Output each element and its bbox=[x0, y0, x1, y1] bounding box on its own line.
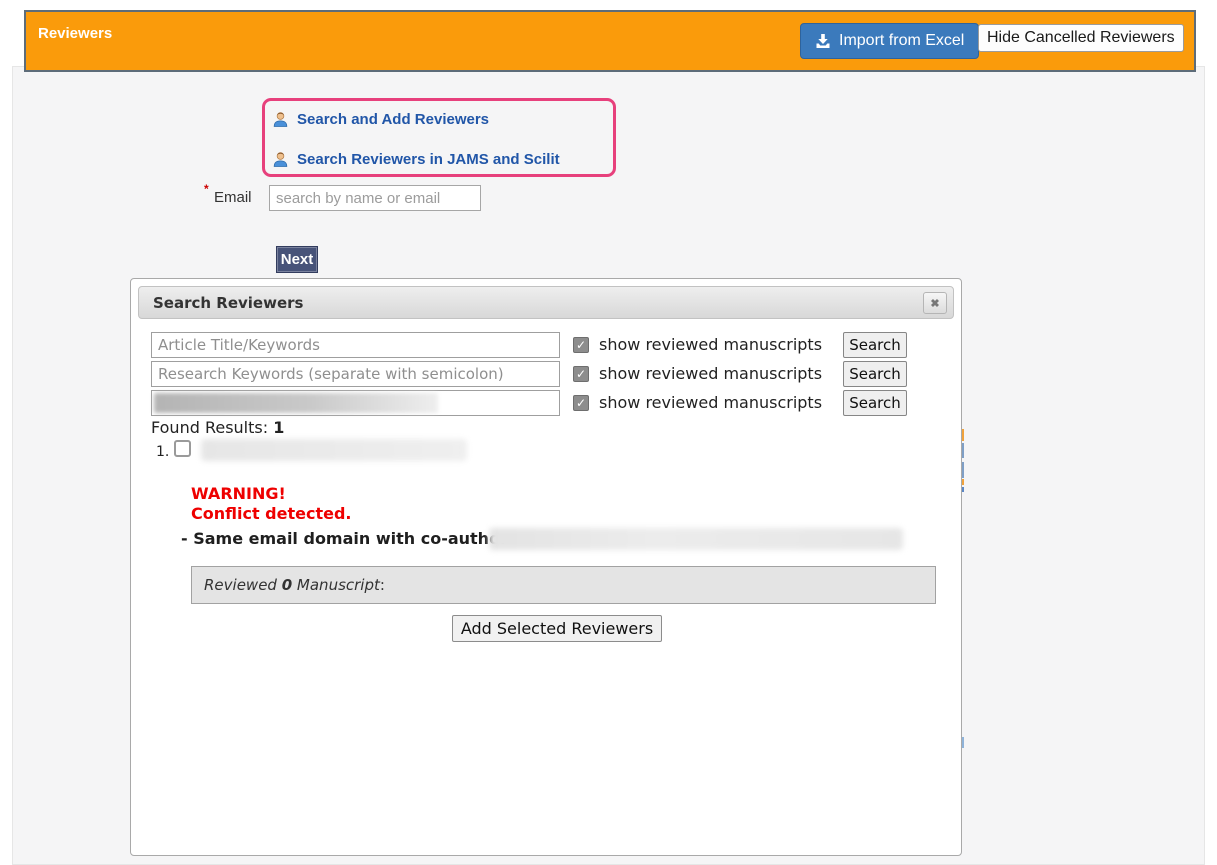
warning-detail: Conflict detected. bbox=[191, 504, 352, 523]
search-row-article-title: show reviewed manuscripts Search bbox=[151, 332, 941, 358]
download-icon bbox=[815, 33, 831, 49]
hide-cancelled-reviewers-button[interactable]: Hide Cancelled Reviewers bbox=[978, 24, 1184, 52]
search-and-add-reviewers-link[interactable]: Search and Add Reviewers bbox=[272, 108, 489, 130]
dialog-title: Search Reviewers bbox=[153, 294, 303, 312]
person-icon bbox=[272, 111, 289, 128]
email-label: Email bbox=[214, 189, 252, 206]
reviewers-section-header: Reviewers Import from Excel Hide Cancell… bbox=[24, 10, 1196, 72]
search-and-add-reviewers-label: Search and Add Reviewers bbox=[297, 111, 489, 128]
colon: : bbox=[380, 576, 385, 594]
search-button[interactable]: Search bbox=[843, 390, 907, 416]
result-index: 1. bbox=[156, 444, 169, 460]
reviewed-count: 0 bbox=[282, 576, 292, 594]
hide-cancelled-reviewers-label: Hide Cancelled Reviewers bbox=[987, 29, 1175, 47]
conflict-note: - Same email domain with co-author bbox=[181, 529, 508, 548]
person-icon bbox=[272, 151, 289, 168]
checked-checkbox[interactable] bbox=[573, 366, 589, 382]
search-reviewers-dialog: Search Reviewers ✖ show reviewed manuscr… bbox=[130, 278, 962, 856]
redacted-coauthor-name bbox=[489, 528, 903, 550]
page-title: Reviewers bbox=[38, 25, 112, 42]
show-reviewed-manuscripts-label: show reviewed manuscripts bbox=[599, 393, 822, 412]
search-button[interactable]: Search bbox=[843, 361, 907, 387]
found-results-label: Found Results: bbox=[151, 418, 273, 437]
import-from-excel-label: Import from Excel bbox=[839, 32, 964, 50]
reviewed-manuscripts-bar: Reviewed 0 Manuscript: bbox=[191, 566, 936, 604]
show-reviewed-manuscripts-label: show reviewed manuscripts bbox=[599, 335, 822, 354]
result-checkbox[interactable] bbox=[174, 440, 191, 457]
research-keywords-input[interactable] bbox=[151, 361, 560, 387]
manuscript-word: Manuscript bbox=[292, 576, 380, 594]
search-row-name-email: show reviewed manuscripts Search bbox=[151, 390, 941, 416]
dialog-titlebar[interactable]: Search Reviewers ✖ bbox=[138, 286, 954, 319]
reviewed-word: Reviewed bbox=[204, 576, 282, 594]
redacted-reviewer-name bbox=[201, 439, 467, 461]
reviewers-page: Reviewers Import from Excel Hide Cancell… bbox=[0, 0, 1217, 865]
article-title-keywords-input[interactable] bbox=[151, 332, 560, 358]
show-reviewed-manuscripts-label: show reviewed manuscripts bbox=[599, 364, 822, 383]
required-asterisk: * bbox=[204, 182, 209, 196]
close-icon[interactable]: ✖ bbox=[923, 292, 947, 314]
warning-title: WARNING! bbox=[191, 484, 286, 503]
checked-checkbox[interactable] bbox=[573, 337, 589, 353]
search-reviewers-jams-scilit-label: Search Reviewers in JAMS and Scilit bbox=[297, 151, 560, 168]
search-row-research-keywords: show reviewed manuscripts Search bbox=[151, 361, 941, 387]
import-from-excel-button[interactable]: Import from Excel bbox=[800, 23, 979, 59]
add-selected-reviewers-button[interactable]: Add Selected Reviewers bbox=[452, 615, 662, 642]
redacted-text bbox=[154, 393, 438, 413]
found-results-line: Found Results: 1 bbox=[151, 418, 284, 437]
search-reviewers-jams-scilit-link[interactable]: Search Reviewers in JAMS and Scilit bbox=[272, 148, 560, 170]
found-results-count: 1 bbox=[273, 418, 284, 437]
search-button[interactable]: Search bbox=[843, 332, 907, 358]
next-button[interactable]: Next bbox=[276, 246, 318, 273]
checked-checkbox[interactable] bbox=[573, 395, 589, 411]
email-search-input[interactable] bbox=[269, 185, 481, 211]
